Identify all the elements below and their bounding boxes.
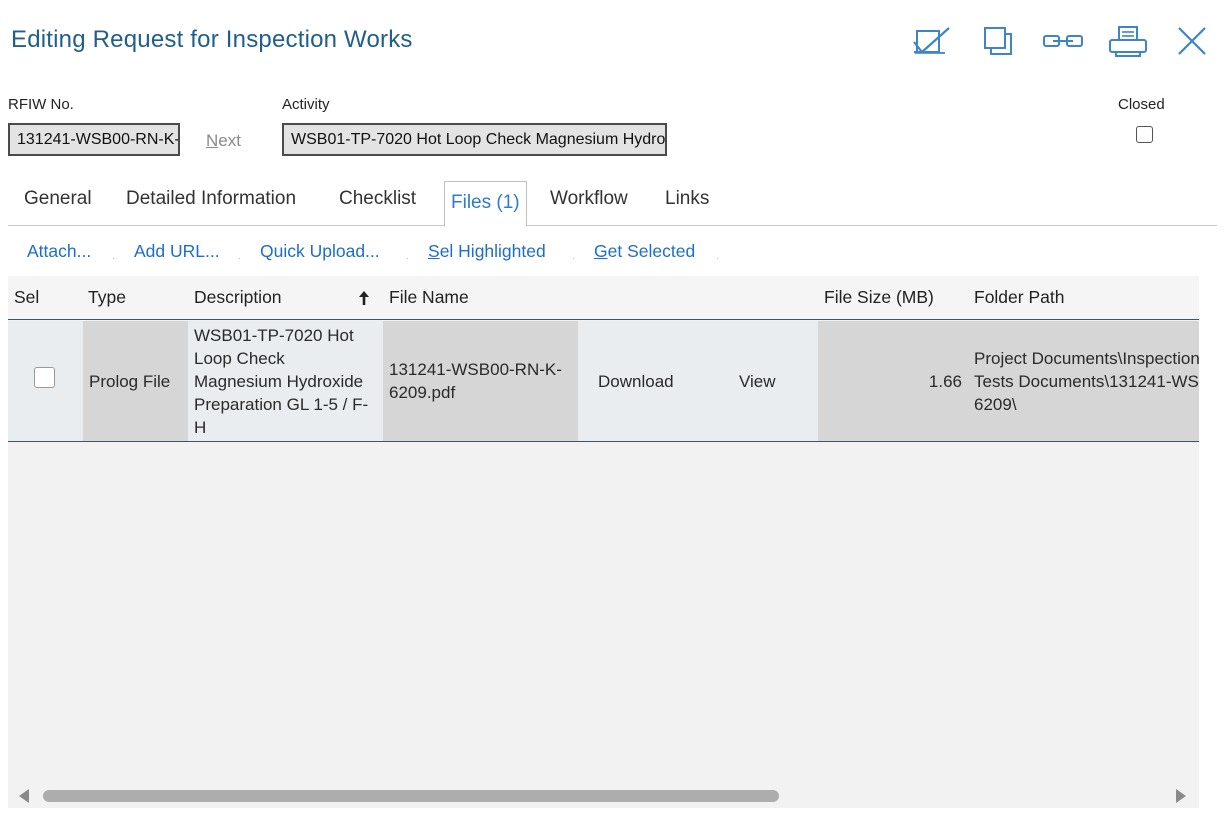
folder-path-line: 6209\ xyxy=(974,395,1017,414)
page-title: Editing Request for Inspection Works xyxy=(11,26,413,53)
quick-upload-button[interactable]: Quick Upload... xyxy=(260,241,380,262)
file-name-value: 131241-WSB00-RN-K- 6209.pdf xyxy=(389,358,562,404)
action-separator: . xyxy=(716,251,719,262)
file-name-line: 6209.pdf xyxy=(389,383,456,402)
tab-files[interactable]: Files (1) xyxy=(444,181,527,227)
description-cell: WSB01-TP-7020 Hot Loop Check Magnesium H… xyxy=(188,321,383,441)
type-cell: Prolog File xyxy=(83,321,188,441)
column-header-file-size[interactable]: File Size (MB) xyxy=(824,287,934,308)
scroll-right-icon[interactable] xyxy=(1176,789,1186,803)
tab-links[interactable]: Links xyxy=(665,188,709,210)
description-line: WSB01-TP-7020 Hot xyxy=(194,326,354,345)
tab-workflow[interactable]: Workflow xyxy=(550,188,628,210)
action-separator: . xyxy=(112,251,115,262)
sel-highlighted-label: el Highlighted xyxy=(439,241,546,261)
tab-detailed-information[interactable]: Detailed Information xyxy=(126,188,296,210)
file-name-cell: 131241-WSB00-RN-K- 6209.pdf xyxy=(383,321,578,441)
type-value: Prolog File xyxy=(89,372,171,391)
folder-path-value: Project Documents\Inspection Tests Docum… xyxy=(974,347,1199,416)
download-link[interactable]: Download xyxy=(598,370,674,393)
scroll-left-icon[interactable] xyxy=(19,789,29,803)
check-icon[interactable] xyxy=(910,22,954,60)
sel-highlighted-button[interactable]: Sel Highlighted xyxy=(428,241,546,262)
activity-label: Activity xyxy=(282,96,330,113)
sel-cell xyxy=(8,321,83,441)
rfiw-label: RFIW No. xyxy=(8,96,74,113)
scrollbar-thumb[interactable] xyxy=(43,790,779,802)
tab-bar: General Detailed Information Checklist F… xyxy=(8,180,1217,227)
column-header-description[interactable]: Description xyxy=(194,287,282,308)
column-header-type[interactable]: Type xyxy=(88,287,126,308)
action-separator: . xyxy=(406,251,409,262)
description-line: Loop Check xyxy=(194,349,285,368)
folder-path-line: Tests Documents\131241-WSB00-RN-K- xyxy=(974,372,1199,391)
view-link[interactable]: View xyxy=(739,370,776,393)
attach-button[interactable]: Attach... xyxy=(27,241,91,262)
get-selected-accesskey: G xyxy=(594,241,608,261)
closed-label: Closed xyxy=(1118,96,1165,113)
folder-path-line: Project Documents\Inspection xyxy=(974,349,1199,368)
get-selected-button[interactable]: Get Selected xyxy=(594,241,695,262)
next-accesskey: N xyxy=(206,131,219,150)
closed-checkbox[interactable] xyxy=(1136,126,1153,143)
next-button[interactable]: Next xyxy=(206,131,241,151)
close-icon[interactable] xyxy=(1170,22,1214,60)
action-separator: . xyxy=(238,251,241,262)
row-select-checkbox[interactable] xyxy=(34,367,55,388)
table-row[interactable]: Prolog File WSB01-TP-7020 Hot Loop Check… xyxy=(8,321,1199,442)
file-size-value: 1.66 xyxy=(928,372,962,391)
file-name-line: 131241-WSB00-RN-K- xyxy=(389,360,562,379)
tab-general[interactable]: General xyxy=(24,188,92,210)
description-value: WSB01-TP-7020 Hot Loop Check Magnesium H… xyxy=(194,324,368,439)
column-header-file-name[interactable]: File Name xyxy=(389,287,469,308)
file-size-cell: 1.66 xyxy=(818,321,968,441)
folder-path-cell: Project Documents\Inspection Tests Docum… xyxy=(968,321,1199,441)
table-header: Sel Type Description File Name File Size… xyxy=(8,276,1199,320)
description-line: H xyxy=(194,418,207,437)
description-line: Preparation GL 1-5 / F- xyxy=(194,395,369,414)
files-table: Sel Type Description File Name File Size… xyxy=(8,276,1199,784)
sort-ascending-icon[interactable] xyxy=(358,290,370,306)
sel-highlighted-accesskey: S xyxy=(428,241,440,261)
action-separator: . xyxy=(572,251,575,262)
horizontal-scrollbar[interactable] xyxy=(8,784,1199,808)
duplicate-icon[interactable] xyxy=(976,22,1020,60)
description-line: Magnesium Hydroxide xyxy=(194,372,364,391)
file-actions-cell: Download View xyxy=(578,321,818,441)
activity-field[interactable]: WSB01-TP-7020 Hot Loop Check Magnesium H… xyxy=(282,123,667,156)
print-icon[interactable] xyxy=(1106,22,1150,60)
link-icon[interactable] xyxy=(1041,22,1085,60)
next-label: ext xyxy=(218,131,241,150)
add-url-button[interactable]: Add URL... xyxy=(134,241,220,262)
column-header-sel[interactable]: Sel xyxy=(14,287,39,308)
column-header-folder-path[interactable]: Folder Path xyxy=(974,287,1064,308)
tab-checklist[interactable]: Checklist xyxy=(339,188,416,210)
rfiw-number-field[interactable]: 131241-WSB00-RN-K-6209 xyxy=(8,123,180,156)
get-selected-label: et Selected xyxy=(607,241,696,261)
